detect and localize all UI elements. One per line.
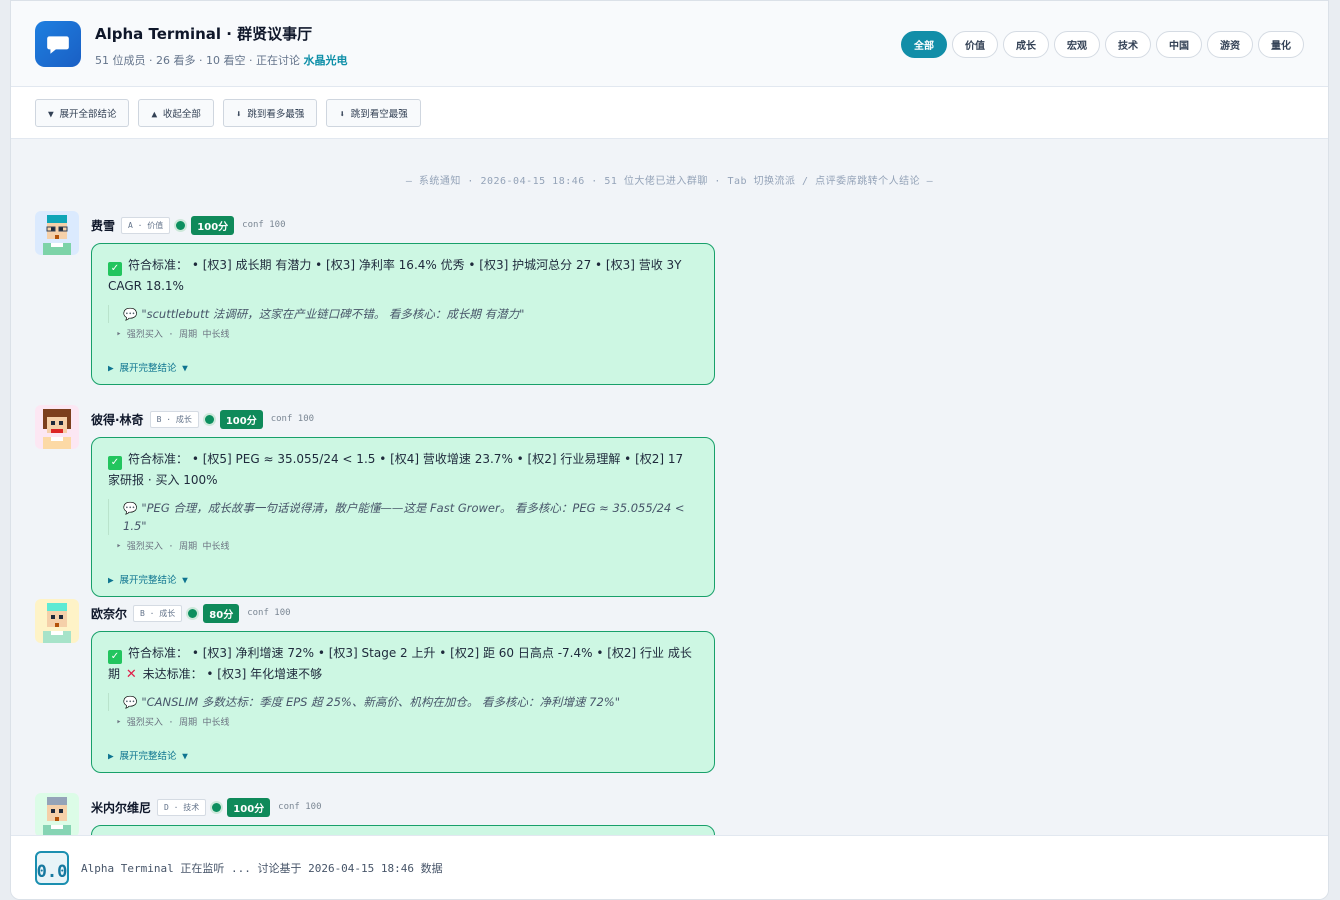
quote: 💬 "scuttlebutt 法调研，这家在产业链口碑不错。 看多核心：成长期 有… bbox=[108, 305, 698, 323]
chat-message: 彼得·林奇 B · 成长 100分 conf 100 ✓ 符合标准： • [权5]… bbox=[35, 405, 725, 597]
chat-message: 欧奈尔 B · 成长 80分 conf 100 ✓ 符合标准： • [权3] 净利… bbox=[35, 599, 725, 779]
verdict-card: ✓ 符合标准： • [权3] 净利增速 72% • [权3] Stage 2 上升… bbox=[91, 631, 715, 773]
filter-value[interactable]: 价值 bbox=[952, 31, 998, 58]
confidence-label: conf 100 bbox=[247, 608, 291, 618]
page-title: Alpha Terminal · 群贤议事厅 bbox=[95, 25, 313, 43]
system-notice: — 系统通知 · 2026-04-15 18:46 · 51 位大佬已进入群聊 … bbox=[405, 176, 934, 187]
filter-quant[interactable]: 量化 bbox=[1258, 31, 1304, 58]
criteria-met: 符合标准： • [权3] 成长期 有潜力 • [权3] 净利率 16.4% 优秀… bbox=[108, 258, 682, 293]
header: Alpha Terminal · 群贤议事厅 51 位成员 · 26 看多 · … bbox=[11, 1, 1328, 87]
verdict-card: ✓ 符合标准： • [权5] PEG ≈ 35.055/24 < 1.5 • [权… bbox=[91, 437, 715, 597]
criteria-text: ✓ 符合标准： • [权5] PEG ≈ 35.055/24 < 1.5 • [权… bbox=[108, 449, 698, 491]
cross-icon: ✕ bbox=[125, 667, 137, 682]
speech-bubble-icon: 💬 bbox=[123, 307, 138, 321]
jump-strongest-bull-button[interactable]: ⬇ 跳到看多最强 bbox=[222, 98, 318, 127]
filter-technical[interactable]: 技术 bbox=[1105, 31, 1151, 58]
expand-conclusion-link[interactable]: ▶ 展开完整结论 ▼ bbox=[108, 748, 698, 762]
message-meta: 米内尔维尼 D · 技术 100分 conf 100 bbox=[91, 797, 322, 817]
room-subtitle: 51 位成员 · 26 看多 · 10 看空 · 正在讨论 水晶光电 bbox=[95, 52, 347, 68]
school-tag: B · 成长 bbox=[133, 604, 183, 622]
confidence-label: conf 100 bbox=[242, 220, 286, 230]
score-badge: 80分 bbox=[203, 603, 240, 623]
confidence-label: conf 100 bbox=[278, 802, 322, 812]
expand-all-button[interactable]: ▼ 展开全部结论 bbox=[35, 98, 130, 127]
filter-growth[interactable]: 成长 bbox=[1003, 31, 1049, 58]
collapse-all-button[interactable]: ▲ 收起全部 bbox=[138, 98, 214, 127]
bullish-dot bbox=[212, 802, 222, 812]
filter-hot-money[interactable]: 游资 bbox=[1207, 31, 1253, 58]
filter-macro[interactable]: 宏观 bbox=[1054, 31, 1100, 58]
score-badge: 100分 bbox=[191, 215, 235, 235]
action-line: ‣ 强烈买入 · 周期 中长线 bbox=[116, 542, 230, 552]
listening-status: Alpha Terminal 正在监听 ... 讨论基于 2026-04-15 … bbox=[81, 861, 443, 875]
message-meta: 费雪 A · 价值 100分 conf 100 bbox=[91, 215, 286, 235]
investor-name[interactable]: 欧奈尔 bbox=[91, 605, 127, 622]
quote-text: "PEG 合理，成长故事一句话说得清，散户能懂——这是 Fast Grower。… bbox=[123, 501, 685, 533]
confidence-label: conf 100 bbox=[270, 414, 315, 424]
chat-feed[interactable]: — 系统通知 · 2026-04-15 18:46 · 51 位大佬已进入群聊 … bbox=[11, 140, 1328, 837]
school-tag: D · 技术 bbox=[157, 798, 207, 816]
chat-bubble-icon bbox=[35, 21, 81, 67]
avatar[interactable] bbox=[35, 211, 79, 255]
logo-text: 0.0 bbox=[36, 861, 68, 882]
toolbar: ▼ 展开全部结论 ▲ 收起全部 ⬇ 跳到看多最强 ⬇ 跳到看空最强 bbox=[11, 87, 1328, 139]
discussion-topic[interactable]: 水晶光电 bbox=[303, 54, 347, 67]
filter-all[interactable]: 全部 bbox=[901, 31, 947, 58]
school-filter-tabs: 全部 价值 成长 宏观 技术 中国 游资 量化 bbox=[901, 31, 1304, 58]
chat-message: 费雪 A · 价值 100分 conf 100 ✓ 符合标准： • [权3] 成长… bbox=[35, 211, 725, 391]
action-line: ‣ 强烈买入 · 周期 中长线 bbox=[116, 330, 230, 340]
score-badge: 100分 bbox=[227, 797, 271, 817]
expand-conclusion-link[interactable]: ▶ 展开完整结论 ▼ bbox=[108, 360, 698, 374]
bullish-dot bbox=[188, 608, 198, 618]
quote: 💬 "PEG 合理，成长故事一句话说得清，散户能懂——这是 Fast Grower… bbox=[108, 499, 698, 535]
chat-message: 米内尔维尼 D · 技术 100分 conf 100 bbox=[35, 793, 725, 837]
member-stats: 51 位成员 · 26 看多 · 10 看空 · 正在讨论 bbox=[95, 54, 304, 67]
app-window: Alpha Terminal · 群贤议事厅 51 位成员 · 26 看多 · … bbox=[10, 0, 1329, 900]
check-icon: ✓ bbox=[108, 261, 122, 276]
message-meta: 彼得·林奇 B · 成长 100分 conf 100 bbox=[91, 409, 314, 429]
check-icon: ✓ bbox=[108, 649, 122, 664]
bullish-dot bbox=[204, 414, 214, 424]
speech-bubble-icon: 💬 bbox=[123, 695, 138, 709]
investor-name[interactable]: 彼得·林奇 bbox=[91, 411, 144, 428]
quote-text: "CANSLIM 多数达标：季度 EPS 超 25%、新高价、机构在加仓。 看多… bbox=[141, 695, 620, 709]
bullish-dot bbox=[176, 220, 186, 230]
school-tag: B · 成长 bbox=[149, 410, 199, 428]
expand-conclusion-link[interactable]: ▶ 展开完整结论 ▼ bbox=[108, 572, 698, 586]
score-badge: 100分 bbox=[219, 409, 263, 429]
quote: 💬 "CANSLIM 多数达标：季度 EPS 超 25%、新高价、机构在加仓。 看… bbox=[108, 693, 698, 711]
investor-name[interactable]: 费雪 bbox=[91, 217, 115, 234]
quote-text: "scuttlebutt 法调研，这家在产业链口碑不错。 看多核心：成长期 有潜… bbox=[141, 307, 525, 321]
jump-strongest-bear-button[interactable]: ⬇ 跳到看空最强 bbox=[326, 98, 421, 127]
avatar[interactable] bbox=[35, 793, 79, 837]
investor-name[interactable]: 米内尔维尼 bbox=[91, 799, 151, 816]
criteria-met: 符合标准： • [权5] PEG ≈ 35.055/24 < 1.5 • [权4… bbox=[108, 452, 684, 487]
terminal-logo: 0.0 bbox=[35, 850, 69, 885]
criteria-text: ✓ 符合标准： • [权3] 净利增速 72% • [权3] Stage 2 上升… bbox=[108, 643, 698, 685]
criteria-unmet: 未达标准： • [权3] 年化增速不够 bbox=[142, 667, 323, 681]
message-meta: 欧奈尔 B · 成长 80分 conf 100 bbox=[91, 603, 291, 623]
check-icon: ✓ bbox=[108, 455, 122, 470]
school-tag: A · 价值 bbox=[121, 216, 171, 234]
criteria-text: ✓ 符合标准： • [权3] 成长期 有潜力 • [权3] 净利率 16.4% 优… bbox=[108, 255, 698, 297]
filter-china[interactable]: 中国 bbox=[1156, 31, 1202, 58]
verdict-card: ✓ 符合标准： • [权3] 成长期 有潜力 • [权3] 净利率 16.4% 优… bbox=[91, 243, 715, 385]
avatar[interactable] bbox=[35, 599, 79, 643]
avatar[interactable] bbox=[35, 405, 79, 449]
action-line: ‣ 强烈买入 · 周期 中长线 bbox=[116, 718, 230, 728]
status-footer: 0.0 Alpha Terminal 正在监听 ... 讨论基于 2026-04… bbox=[11, 835, 1328, 899]
speech-bubble-icon: 💬 bbox=[123, 501, 138, 515]
